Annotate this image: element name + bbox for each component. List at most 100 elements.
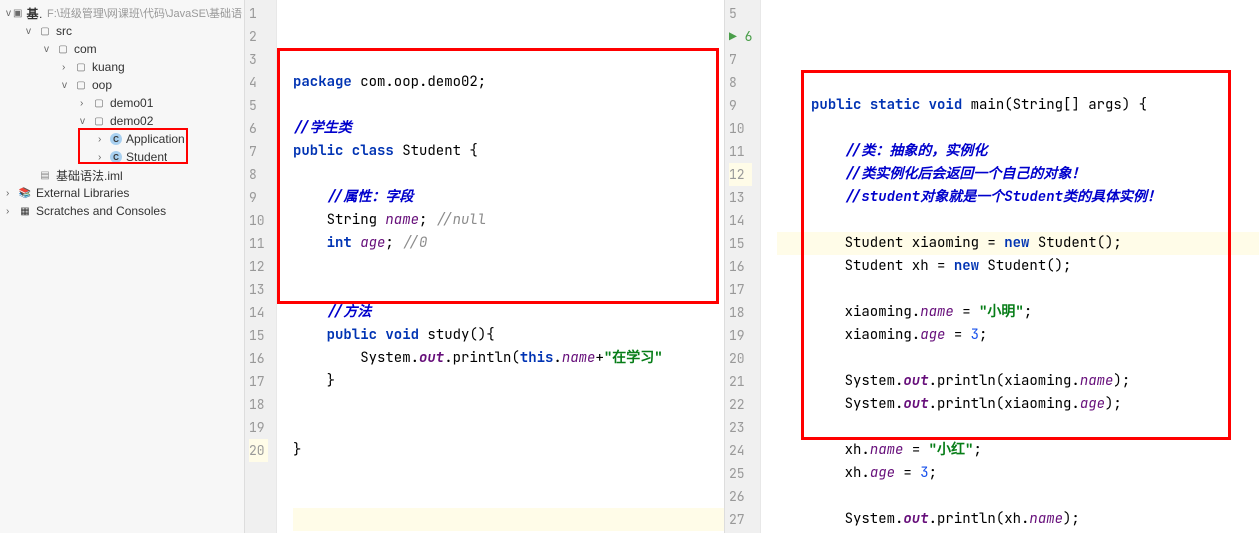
code-line[interactable]: xiaoming.age = 3; (777, 324, 1259, 347)
line-number[interactable]: 12 (729, 163, 752, 186)
line-number[interactable]: 6 (249, 117, 268, 140)
line-number[interactable]: 16 (249, 347, 268, 370)
line-number[interactable]: 5 (249, 94, 268, 117)
tree-node[interactable]: v▢src (2, 22, 242, 40)
code-line[interactable] (777, 347, 1259, 370)
line-number[interactable]: 24 (729, 439, 752, 462)
line-number[interactable]: 19 (729, 324, 752, 347)
code-line[interactable]: package com.oop.demo02; (293, 71, 724, 94)
line-number[interactable]: 26 (729, 485, 752, 508)
code-line[interactable]: xh.name = "小红"; (777, 439, 1259, 462)
line-number[interactable]: 8 (729, 71, 752, 94)
line-number[interactable]: 21 (729, 370, 752, 393)
line-number[interactable]: 14 (729, 209, 752, 232)
line-number[interactable]: 19 (249, 416, 268, 439)
line-number[interactable]: 7 (729, 48, 752, 71)
line-number[interactable]: 18 (249, 393, 268, 416)
line-number[interactable]: 12 (249, 255, 268, 278)
gutter-right[interactable]: 5▶ 6789101112131415161718192021222324252… (725, 0, 761, 533)
code-line[interactable]: //类：抽象的，实例化 (777, 140, 1259, 163)
code-lines-left[interactable]: package com.oop.demo02; //学生类public clas… (277, 0, 724, 533)
code-line[interactable]: //类实例化后会返回一个自己的对象！ (777, 163, 1259, 186)
code-line[interactable] (293, 163, 724, 186)
code-line[interactable]: } (293, 439, 724, 462)
code-line[interactable] (293, 255, 724, 278)
line-number[interactable]: 20 (729, 347, 752, 370)
line-number[interactable]: 7 (249, 140, 268, 163)
editor-pane-application[interactable]: 5▶ 6789101112131415161718192021222324252… (725, 0, 1259, 533)
line-number[interactable]: 3 (249, 48, 268, 71)
code-line[interactable]: public class Student { (293, 140, 724, 163)
tree-node[interactable]: ▤基础语法.iml (2, 166, 242, 184)
code-line[interactable] (293, 508, 724, 531)
line-number[interactable]: 15 (729, 232, 752, 255)
line-number[interactable]: 11 (249, 232, 268, 255)
line-number[interactable]: 20 (249, 439, 268, 462)
editor-pane-student[interactable]: 1234567891011121314151617181920 package … (245, 0, 725, 533)
code-line[interactable]: xiaoming.name = "小明"; (777, 301, 1259, 324)
line-number[interactable]: 10 (729, 117, 752, 140)
line-number[interactable]: 11 (729, 140, 752, 163)
tree-node[interactable]: ›CStudent (2, 148, 242, 166)
code-area-left[interactable]: 1234567891011121314151617181920 package … (245, 0, 724, 533)
code-line[interactable]: String name; //null (293, 209, 724, 232)
line-number[interactable]: 4 (249, 71, 268, 94)
code-line[interactable]: public static void main(String[] args) { (777, 94, 1259, 117)
code-line[interactable] (777, 71, 1259, 94)
code-line[interactable]: //学生类 (293, 117, 724, 140)
line-number[interactable]: 15 (249, 324, 268, 347)
code-line[interactable] (293, 278, 724, 301)
code-line[interactable] (777, 416, 1259, 439)
line-number[interactable]: 10 (249, 209, 268, 232)
tree-node[interactable]: v▢com (2, 40, 242, 58)
line-number[interactable]: 13 (729, 186, 752, 209)
code-line[interactable]: System.out.println(xh.name); (777, 508, 1259, 531)
line-number[interactable]: 27 (729, 508, 752, 531)
line-number[interactable]: 2 (249, 25, 268, 48)
code-line[interactable]: //方法 (293, 301, 724, 324)
line-number[interactable]: 23 (729, 416, 752, 439)
code-line[interactable]: public void study(){ (293, 324, 724, 347)
line-number[interactable]: 16 (729, 255, 752, 278)
code-line[interactable] (777, 209, 1259, 232)
tree-node[interactable]: ›▢demo01 (2, 94, 242, 112)
code-line[interactable] (293, 393, 724, 416)
line-number[interactable]: 8 (249, 163, 268, 186)
line-number[interactable]: 17 (249, 370, 268, 393)
tree-node[interactable]: ›CApplication (2, 130, 242, 148)
line-number[interactable]: 18 (729, 301, 752, 324)
code-line[interactable]: //属性：字段 (293, 186, 724, 209)
line-number[interactable]: 9 (729, 94, 752, 117)
code-line[interactable] (293, 485, 724, 508)
scratches-consoles[interactable]: › ▦ Scratches and Consoles (2, 202, 242, 220)
code-line[interactable]: //student对象就是一个Student类的具体实例！ (777, 186, 1259, 209)
code-line[interactable]: int age; //0 (293, 232, 724, 255)
code-line[interactable] (293, 416, 724, 439)
tree-node[interactable]: v▢oop (2, 76, 242, 94)
code-line[interactable]: System.out.println(this.name+"在学习" (293, 347, 724, 370)
code-line[interactable] (777, 485, 1259, 508)
code-line[interactable]: xh.age = 3; (777, 462, 1259, 485)
line-number[interactable]: 22 (729, 393, 752, 416)
code-area-right[interactable]: 5▶ 6789101112131415161718192021222324252… (725, 0, 1259, 533)
code-line[interactable]: Student xiaoming = new Student(); (777, 232, 1259, 255)
project-sidebar[interactable]: v ▣ 基础语法 F:\班级管理\网课班\代码\JavaSE\基础语 v▢src… (0, 0, 245, 533)
line-number[interactable]: 14 (249, 301, 268, 324)
code-line[interactable] (777, 278, 1259, 301)
code-line[interactable] (777, 117, 1259, 140)
code-line[interactable]: } (293, 370, 724, 393)
line-number[interactable]: 1 (249, 2, 268, 25)
code-line[interactable]: Student xh = new Student(); (777, 255, 1259, 278)
code-line[interactable]: System.out.println(xiaoming.name); (777, 370, 1259, 393)
tree-node[interactable]: ›▢kuang (2, 58, 242, 76)
line-number[interactable]: ▶ 6 (729, 25, 752, 48)
tree-node[interactable]: v▢demo02 (2, 112, 242, 130)
external-libraries[interactable]: › 📚 External Libraries (2, 184, 242, 202)
code-line[interactable]: System.out.println(xiaoming.age); (777, 393, 1259, 416)
code-lines-right[interactable]: public static void main(String[] args) {… (761, 0, 1259, 533)
line-number[interactable]: 5 (729, 2, 752, 25)
code-line[interactable] (293, 94, 724, 117)
line-number[interactable]: 17 (729, 278, 752, 301)
tree-root[interactable]: v ▣ 基础语法 F:\班级管理\网课班\代码\JavaSE\基础语 (2, 4, 242, 22)
line-number[interactable]: 9 (249, 186, 268, 209)
